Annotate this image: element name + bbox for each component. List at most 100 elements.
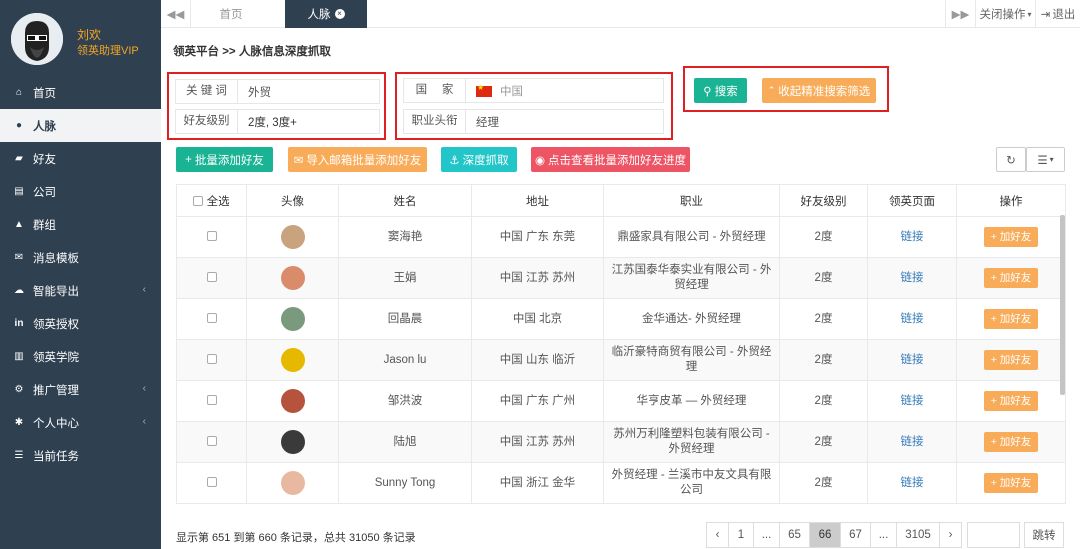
- deep-scrape-button[interactable]: ⚓ 深度抓取: [441, 147, 517, 172]
- profile-link[interactable]: 链接: [901, 231, 924, 243]
- sidebar-item-company[interactable]: ▤ 公司: [0, 175, 161, 208]
- pager-page[interactable]: 65: [779, 522, 810, 548]
- pager-page[interactable]: 67: [840, 522, 871, 548]
- view-progress-button[interactable]: ◉ 点击查看批量添加好友进度: [531, 147, 690, 172]
- row-checkbox[interactable]: [206, 477, 217, 488]
- profile-link[interactable]: 链接: [901, 395, 924, 407]
- caret-down-icon: ▾: [1049, 155, 1054, 164]
- add-friend-button[interactable]: + 加好友: [983, 473, 1039, 493]
- tab-label: 人脉: [307, 9, 331, 21]
- pager-ellipsis: ...: [870, 522, 897, 548]
- avatar-cell: [246, 339, 339, 381]
- batch-add-friends-button[interactable]: + 批量添加好友: [176, 147, 273, 172]
- import-email-label: 导入邮箱批量添加好友: [306, 154, 422, 167]
- row-checkbox[interactable]: [206, 395, 217, 406]
- table-header-row: 全选 头像 姓名 地址 职业 好友级别 领英页面 操作: [176, 184, 1066, 217]
- columns-menu-button[interactable]: ☰ ▾: [1026, 147, 1065, 172]
- sidebar-item-tasks[interactable]: ☰ 当前任务: [0, 439, 161, 472]
- row-select-cell[interactable]: [176, 339, 247, 381]
- user-plus-icon: +: [990, 354, 997, 366]
- address-cell: 中国 浙江 金华: [471, 462, 604, 504]
- avatar-cell: [246, 421, 339, 463]
- add-friend-button[interactable]: + 加好友: [983, 391, 1039, 411]
- avatar[interactable]: [11, 13, 63, 65]
- breadcrumb-root[interactable]: 领英平台: [173, 46, 219, 58]
- row-checkbox[interactable]: [206, 436, 217, 447]
- friend-level-select[interactable]: 2度, 3度+: [238, 114, 297, 130]
- sidebar-item-people[interactable]: ● 人脉: [0, 109, 161, 142]
- pager-prev[interactable]: ‹: [706, 522, 729, 548]
- row-select-cell[interactable]: [176, 421, 247, 463]
- close-ops-dropdown[interactable]: 关闭操作 ▾: [975, 0, 1035, 28]
- add-friend-button[interactable]: + 加好友: [983, 309, 1039, 329]
- keyword-input[interactable]: 外贸: [238, 84, 271, 100]
- pager-page[interactable]: 1: [728, 522, 754, 548]
- row-select-cell[interactable]: [176, 216, 247, 258]
- row-select-cell[interactable]: [176, 298, 247, 340]
- sidebar-item-export[interactable]: ☁ 智能导出 ‹: [0, 274, 161, 307]
- group-icon: ▲: [14, 219, 24, 230]
- user-plus-icon: +: [990, 272, 997, 284]
- search-button[interactable]: ⚲ 搜索: [694, 78, 747, 103]
- profile-link[interactable]: 链接: [901, 313, 924, 325]
- select-all-checkbox[interactable]: [193, 196, 204, 207]
- friend-level-field[interactable]: 好友级别 2度, 3度+: [175, 109, 380, 134]
- refresh-button[interactable]: ↻: [996, 147, 1026, 172]
- add-friend-button[interactable]: + 加好友: [983, 432, 1039, 452]
- pager-page[interactable]: 3105: [896, 522, 940, 548]
- row-checkbox[interactable]: [206, 272, 217, 283]
- contact-avatar: [280, 430, 305, 454]
- address-cell: 中国 广东 广州: [471, 380, 604, 422]
- close-icon[interactable]: ×: [334, 9, 345, 19]
- page-jump-button[interactable]: 跳转: [1024, 522, 1064, 548]
- row-checkbox[interactable]: [206, 313, 217, 324]
- add-friend-button[interactable]: + 加好友: [983, 350, 1039, 370]
- collapse-filters-button[interactable]: ⌃ 收起精准搜索筛选: [762, 78, 876, 103]
- profile-link[interactable]: 链接: [901, 477, 924, 489]
- row-select-cell[interactable]: [176, 380, 247, 422]
- country-field[interactable]: 国 家 中国: [403, 78, 664, 103]
- row-checkbox[interactable]: [206, 354, 217, 365]
- address-cell: 中国 江苏 苏州: [471, 421, 604, 463]
- tabs-forward-button[interactable]: ▶▶: [945, 0, 975, 28]
- chevron-up-icon: ⌃: [767, 85, 776, 95]
- add-friend-button[interactable]: + 加好友: [983, 227, 1039, 247]
- sidebar-item-auth[interactable]: in 领英授权: [0, 307, 161, 340]
- job-title-field[interactable]: 职业头衔 经理: [403, 109, 664, 134]
- sidebar-item-groups[interactable]: ▲ 群组: [0, 208, 161, 241]
- select-all-header[interactable]: 全选: [176, 184, 247, 217]
- table-scrollbar[interactable]: [1060, 215, 1065, 395]
- logout-button[interactable]: ⇥ 退出: [1035, 0, 1080, 28]
- list-icon: ☰: [1037, 154, 1048, 167]
- sidebar-item-home[interactable]: ⌂ 首页: [0, 76, 161, 109]
- job-cell: 外贸经理 - 兰溪市中友文具有限公司: [603, 462, 780, 504]
- tab-people[interactable]: 人脉 ×: [285, 0, 367, 28]
- row-select-cell[interactable]: [176, 257, 247, 299]
- chevron-left-icon: ‹: [142, 284, 146, 295]
- job-cell: 鼎盛家具有限公司 - 外贸经理: [603, 216, 780, 258]
- page-jump-input[interactable]: [967, 522, 1020, 548]
- user-profile: 刘欢 领英助理VIP: [0, 0, 161, 76]
- row-checkbox[interactable]: [206, 231, 217, 242]
- pager-current-page[interactable]: 66: [809, 522, 841, 548]
- chat-icon: ▰: [15, 153, 23, 164]
- profile-link[interactable]: 链接: [901, 272, 924, 284]
- sidebar-item-templates[interactable]: ✉ 消息模板: [0, 241, 161, 274]
- add-friend-button[interactable]: + 加好友: [983, 268, 1039, 288]
- level-cell: 2度: [779, 339, 868, 381]
- keyword-field[interactable]: 关 键 词外贸: [175, 79, 380, 104]
- sidebar-item-profile[interactable]: ✱ 个人中心 ‹: [0, 406, 161, 439]
- job-title-input[interactable]: 经理: [466, 114, 499, 130]
- profile-link[interactable]: 链接: [901, 354, 924, 366]
- row-select-cell[interactable]: [176, 462, 247, 504]
- tab-home[interactable]: 首页: [191, 0, 271, 28]
- country-select[interactable]: 中国: [466, 83, 523, 99]
- sidebar-item-friends[interactable]: ▰ 好友: [0, 142, 161, 175]
- sidebar-item-label: 推广管理: [33, 384, 79, 397]
- tabs-back-button[interactable]: ◀◀: [161, 0, 191, 28]
- pager-next[interactable]: ›: [939, 522, 962, 548]
- profile-link[interactable]: 链接: [901, 436, 924, 448]
- import-email-button[interactable]: ✉ 导入邮箱批量添加好友: [288, 147, 427, 172]
- sidebar-item-promotion[interactable]: ⚙ 推广管理 ‹: [0, 373, 161, 406]
- sidebar-item-academy[interactable]: ▥ 领英学院: [0, 340, 161, 373]
